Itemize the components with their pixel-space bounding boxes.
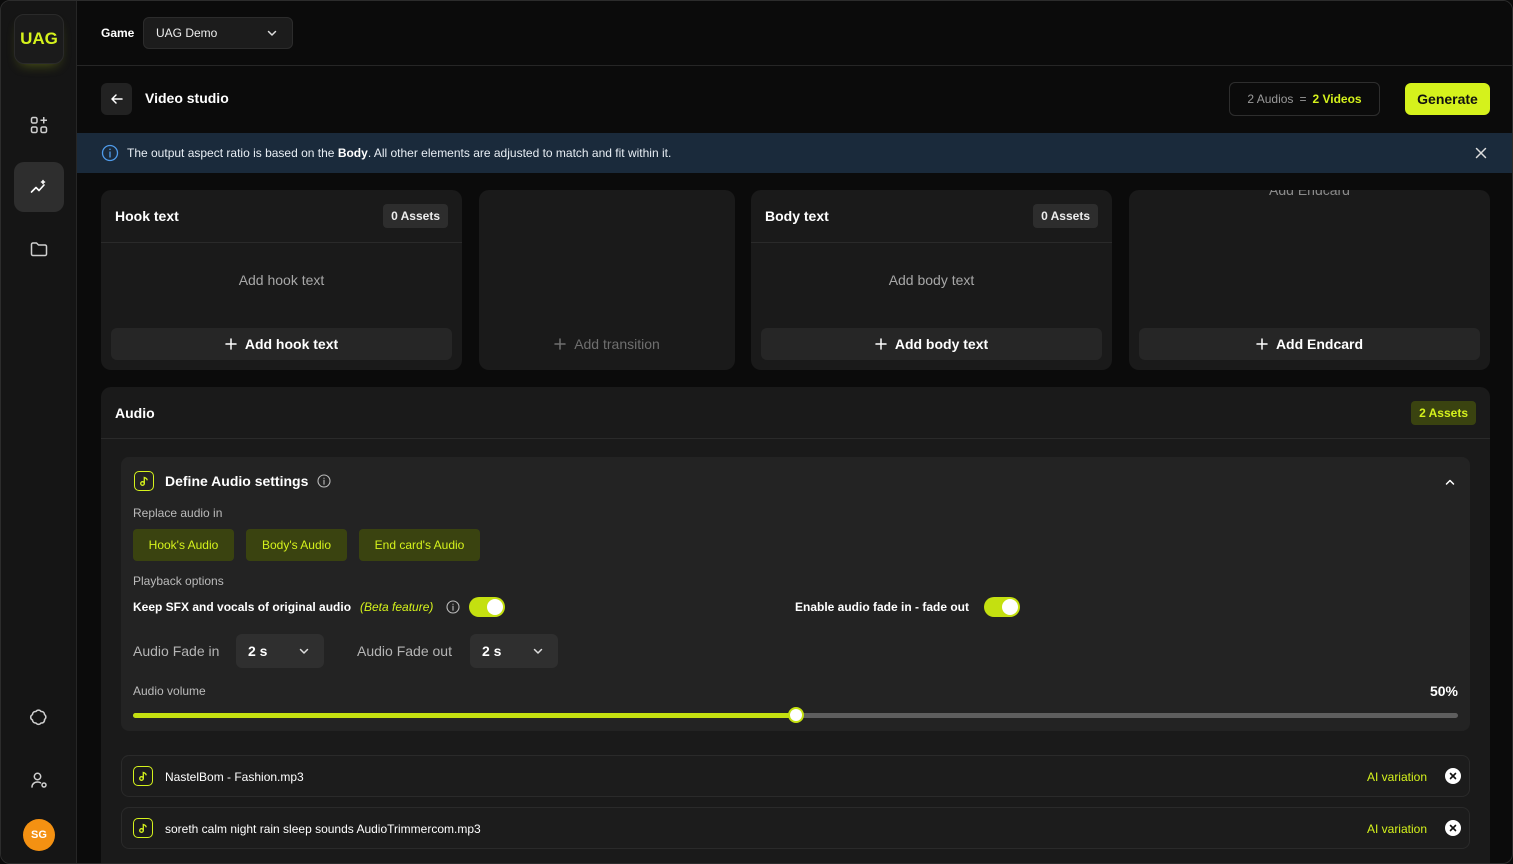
audio-file-name: soreth calm night rain sleep sounds Audi… (165, 822, 481, 836)
audio-assets-badge: 2 Assets (1411, 400, 1476, 425)
add-transition-label: Add transition (574, 336, 660, 352)
hook-text-card: Hook text 0 Assets Add hook text Add hoo… (101, 190, 462, 370)
body-assets-badge: 0 Assets (1033, 204, 1098, 228)
audio-panel: Audio 2 Assets Define Audio settings Rep… (101, 387, 1490, 863)
audio-title: Audio (115, 404, 155, 421)
fade-out-label: Audio Fade out (357, 643, 452, 659)
app-logo[interactable]: UAG (14, 14, 64, 64)
user-avatar[interactable]: SG (23, 819, 55, 851)
remove-file-icon[interactable] (1445, 768, 1461, 784)
plus-icon (875, 338, 887, 350)
folder-icon[interactable] (14, 224, 64, 274)
game-select[interactable]: UAG Demo (143, 17, 293, 49)
analytics-sparkle-icon[interactable] (14, 162, 64, 212)
banner-text-end: . All other elements are adjusted to mat… (367, 146, 672, 160)
audio-file-row[interactable]: NastelBom - Fashion.mp3 AI variation (121, 755, 1470, 797)
settings-title: Define Audio settings (165, 473, 309, 489)
audios-count: 2 Audios (1247, 92, 1294, 106)
page-title: Video studio (145, 90, 229, 106)
body-card-title: Body text (765, 208, 829, 224)
generate-button[interactable]: Generate (1405, 83, 1490, 115)
volume-label: Audio volume (133, 684, 206, 698)
fade-toggle[interactable] (984, 597, 1020, 617)
add-body-text-button[interactable]: Add body text (761, 328, 1102, 360)
fade-out-value: 2 s (482, 643, 502, 659)
user-settings-icon[interactable] (14, 755, 64, 805)
add-body-text-label: Add body text (894, 336, 989, 352)
banner-message: The output aspect ratio is based on the … (127, 146, 671, 160)
videos-count: 2 Videos (1312, 92, 1362, 106)
transition-card: Add transition (479, 190, 735, 370)
replace-audio-label: Replace audio in (133, 506, 223, 520)
info-icon[interactable] (446, 600, 460, 614)
hook-placeholder: Add hook text (238, 272, 325, 288)
volume-slider[interactable] (133, 707, 1458, 723)
info-banner: The output aspect ratio is based on the … (77, 133, 1512, 173)
arrow-left-icon (110, 94, 123, 104)
add-endcard-label: Add Endcard (1275, 336, 1364, 352)
back-button[interactable] (101, 83, 132, 115)
fade-out-select[interactable]: 2 s (470, 634, 558, 668)
game-select-value: UAG Demo (156, 26, 218, 40)
playback-options-label: Playback options (133, 574, 224, 588)
replace-endcard-audio-chip[interactable]: End card's Audio (359, 529, 480, 561)
fade-in-value: 2 s (248, 643, 268, 659)
hook-assets-badge: 0 Assets (383, 204, 448, 228)
audio-file-name: NastelBom - Fashion.mp3 (165, 770, 304, 784)
fade-in-label: Audio Fade in (133, 643, 220, 659)
banner-text-bold: Body (337, 146, 368, 160)
plus-icon (1256, 338, 1268, 350)
info-icon[interactable] (317, 474, 331, 488)
remove-file-icon[interactable] (1445, 820, 1461, 836)
chevron-up-icon[interactable] (1444, 476, 1456, 488)
chevron-down-icon (299, 648, 309, 654)
endcard-card: Add Endcard Add Endcard (1129, 190, 1490, 370)
top-bar: Game UAG Demo (77, 1, 1512, 66)
body-text-card: Body text 0 Assets Add body text Add bod… (751, 190, 1112, 370)
info-icon (101, 144, 119, 162)
endcard-title: Add Endcard (1269, 190, 1350, 198)
output-counter: 2 Audios = 2 Videos (1229, 82, 1380, 116)
add-endcard-button[interactable]: Add Endcard (1139, 328, 1480, 360)
replace-hook-audio-chip[interactable]: Hook's Audio (133, 529, 234, 561)
audio-file-row[interactable]: soreth calm night rain sleep sounds Audi… (121, 807, 1470, 849)
replace-body-audio-chip[interactable]: Body's Audio (246, 529, 347, 561)
add-hook-text-label: Add hook text (244, 336, 339, 352)
keep-sfx-label: Keep SFX and vocals of original audio (133, 600, 352, 614)
app-window: UAG SG Game UAG Demo Video studio 2 Audi… (0, 0, 1513, 864)
fade-in-select[interactable]: 2 s (236, 634, 324, 668)
equals-sign: = (1299, 92, 1307, 106)
fade-toggle-label: Enable audio fade in - fade out (795, 600, 970, 614)
add-hook-text-button[interactable]: Add hook text (111, 328, 452, 360)
volume-percent: 50% (1429, 683, 1458, 699)
plus-icon (225, 338, 237, 350)
keep-sfx-toggle[interactable] (469, 597, 505, 617)
close-icon[interactable] (1474, 146, 1488, 160)
audio-settings-box: Define Audio settings Replace audio in H… (121, 457, 1470, 731)
beta-feature-label: (Beta feature) (360, 600, 434, 614)
music-note-icon (134, 471, 154, 491)
sidebar: UAG SG (1, 1, 77, 863)
chevron-down-icon (533, 648, 543, 654)
ai-variation-link[interactable]: AI variation (1367, 770, 1427, 784)
brain-icon[interactable] (14, 693, 64, 743)
plus-icon (554, 338, 566, 350)
volume-slider-thumb[interactable] (787, 707, 804, 723)
music-note-icon (133, 818, 153, 838)
chevron-down-icon (267, 30, 277, 36)
game-label: Game (101, 26, 135, 40)
ai-variation-link[interactable]: AI variation (1367, 822, 1427, 836)
apps-icon[interactable] (14, 100, 64, 150)
hook-card-title: Hook text (115, 208, 179, 224)
body-placeholder: Add body text (888, 272, 975, 288)
banner-text-start: The output aspect ratio is based on the (127, 146, 338, 160)
volume-slider-fill (133, 713, 796, 718)
add-transition-button[interactable]: Add transition (489, 328, 725, 360)
music-note-icon (133, 766, 153, 786)
